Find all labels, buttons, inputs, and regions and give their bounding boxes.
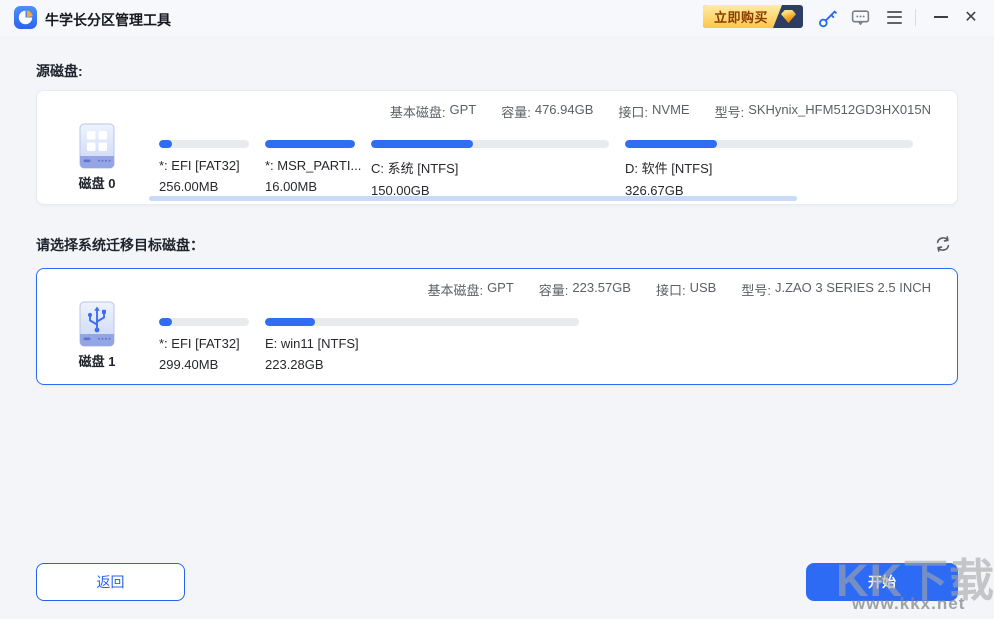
partition-item: D: 软件 [NTFS] 326.67GB [625, 140, 913, 198]
partition-usage-fill [371, 140, 473, 148]
disk-info-item: 基本磁盘: GPT [427, 280, 513, 299]
disk-info-item: 容量: 476.94GB [501, 102, 593, 121]
disk-info-item: 容量: 223.57GB [539, 280, 631, 299]
disk-info-row: 基本磁盘: GPT 容量: 476.94GB 接口: NVME 型号: SKHy… [390, 102, 931, 121]
disk-info-value: GPT [487, 280, 514, 299]
disk-info-label: 基本磁盘: [427, 280, 483, 299]
partition-size: 256.00MB [159, 179, 249, 194]
partition-item: *: EFI [FAT32] 256.00MB [159, 140, 249, 194]
partition-usage-fill [265, 318, 315, 326]
disk-info-label: 容量: [539, 280, 569, 299]
app-title: 牛学长分区管理工具 [45, 10, 171, 30]
menu-icon[interactable] [882, 5, 906, 29]
partition-list: *: EFI [FAT32] 256.00MB *: MSR_PARTI... … [37, 140, 947, 202]
disk-info-label: 容量: [501, 102, 531, 121]
partition-size: 299.40MB [159, 357, 249, 372]
partition-usage-fill [159, 140, 172, 148]
disk-info-value: 223.57GB [572, 280, 631, 299]
buy-now-button[interactable]: 立即购买 [703, 5, 803, 28]
disk-info-row: 基本磁盘: GPT 容量: 223.57GB 接口: USB 型号: J.ZAO… [427, 280, 931, 299]
close-icon[interactable]: ✕ [959, 5, 983, 29]
partition-usage-bar [159, 318, 249, 326]
disk-info-item: 接口: USB [656, 280, 716, 299]
partition-name: *: EFI [FAT32] [159, 158, 249, 173]
disk-info-label: 接口: [618, 102, 648, 121]
vip-gem-icon [781, 10, 796, 23]
horizontal-scrollbar[interactable] [149, 196, 797, 201]
disk-info-item: 型号: SKHynix_HFM512GD3HX015N [715, 102, 931, 121]
partition-item: E: win11 [NTFS] 223.28GB [265, 318, 579, 372]
partition-usage-fill [265, 140, 355, 148]
buy-now-label: 立即购买 [703, 7, 768, 26]
disk-info-value: GPT [449, 102, 476, 121]
refresh-icon[interactable] [930, 231, 956, 257]
disk-info-label: 接口: [656, 280, 686, 299]
disk-info-value: 476.94GB [535, 102, 594, 121]
source-disk-card: 基本磁盘: GPT 容量: 476.94GB 接口: NVME 型号: SKHy… [36, 90, 958, 205]
license-key-icon[interactable] [815, 5, 839, 29]
back-button[interactable]: 返回 [36, 563, 185, 601]
titlebar: 牛学长分区管理工具 立即购买 [0, 0, 994, 36]
start-button[interactable]: 开始 [806, 563, 958, 601]
disk-info-value: USB [690, 280, 717, 299]
disk-info-item: 接口: NVME [618, 102, 689, 121]
partition-name: D: 软件 [NTFS] [625, 158, 913, 177]
partition-size: 16.00MB [265, 179, 361, 194]
partition-item: *: MSR_PARTI... 16.00MB [265, 140, 361, 194]
partition-usage-fill [625, 140, 717, 148]
partition-usage-fill [159, 318, 172, 326]
partition-size: 223.28GB [265, 357, 579, 372]
disk-info-value: J.ZAO 3 SERIES 2.5 INCH [775, 280, 931, 299]
partition-item: C: 系统 [NTFS] 150.00GB [371, 140, 609, 198]
partition-usage-bar [265, 140, 355, 148]
disk-info-item: 型号: J.ZAO 3 SERIES 2.5 INCH [741, 280, 931, 299]
partition-usage-bar [159, 140, 249, 148]
disk-info-label: 基本磁盘: [390, 102, 446, 121]
target-disk-heading: 请选择系统迁移目标磁盘： [36, 235, 204, 255]
partition-name: E: win11 [NTFS] [265, 336, 579, 351]
partition-item: *: EFI [FAT32] 299.40MB [159, 318, 249, 372]
partition-usage-bar [265, 318, 579, 326]
disk-info-value: NVME [652, 102, 690, 121]
partition-name: *: EFI [FAT32] [159, 336, 249, 351]
partition-usage-bar [371, 140, 609, 148]
app-logo-icon [14, 6, 37, 29]
partition-usage-bar [625, 140, 913, 148]
disk-info-label: 型号: [715, 102, 745, 121]
partition-name: C: 系统 [NTFS] [371, 158, 609, 177]
minimize-icon[interactable] [929, 5, 953, 29]
titlebar-divider [915, 9, 916, 26]
disk-info-value: SKHynix_HFM512GD3HX015N [748, 102, 931, 121]
partition-name: *: MSR_PARTI... [265, 158, 361, 173]
target-disk-card[interactable]: 基本磁盘: GPT 容量: 223.57GB 接口: USB 型号: J.ZAO… [36, 268, 958, 385]
source-disk-heading: 源磁盘: [36, 61, 83, 81]
app-window: 牛学长分区管理工具 立即购买 [0, 0, 994, 619]
partition-list: *: EFI [FAT32] 299.40MB E: win11 [NTFS] … [37, 318, 947, 380]
disk-info-item: 基本磁盘: GPT [390, 102, 476, 121]
feedback-chat-icon[interactable] [848, 5, 872, 29]
disk-info-label: 型号: [741, 280, 771, 299]
